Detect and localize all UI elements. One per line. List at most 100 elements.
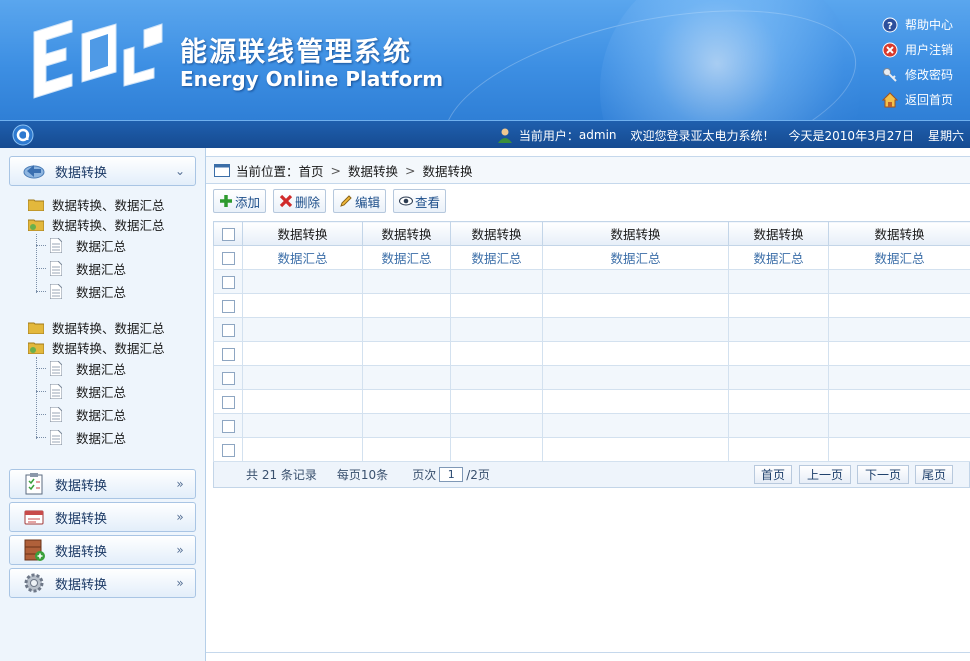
tree-leaf[interactable]: 数据汇总 — [36, 426, 203, 449]
tree-leaf[interactable]: 数据汇总 — [36, 280, 203, 303]
row-select-cell — [213, 389, 243, 414]
chevron-down-icon: ⌄ — [174, 164, 186, 178]
delete-label: 删除 — [295, 194, 321, 210]
sidebar-section-2[interactable]: 数据转换 » — [9, 469, 196, 499]
table-cell[interactable]: 数据汇总 — [728, 245, 829, 270]
table-row[interactable] — [213, 413, 970, 438]
change-password-link[interactable]: 修改密码 — [882, 62, 962, 87]
column-header[interactable]: 数据转换 — [828, 221, 970, 246]
logout-link[interactable]: 用户注销 — [882, 37, 962, 62]
per-page-info: 每页10条 — [336, 468, 389, 482]
sidebar-section-1[interactable]: 数据转换 ⌄ — [9, 156, 196, 186]
table-cell[interactable]: 数据汇总 — [828, 245, 970, 270]
checklist-icon — [25, 473, 43, 495]
column-header[interactable]: 数据转换 — [242, 221, 363, 246]
table-cell — [728, 389, 829, 414]
tree-group-2: 数据转换、数据汇总 数据转换、数据汇总 数据汇总 数据汇总 数据汇总 数据汇总 — [28, 317, 203, 449]
table-cell — [362, 413, 451, 438]
table-cell — [828, 413, 970, 438]
row-checkbox[interactable] — [221, 444, 235, 457]
table-cell[interactable]: 数据汇总 — [450, 245, 543, 270]
tree-leaf-label: 数据汇总 — [76, 408, 127, 423]
table-row[interactable] — [213, 317, 970, 342]
tree-folder-open[interactable]: 数据转换、数据汇总 — [28, 337, 203, 357]
table-row[interactable] — [213, 341, 970, 366]
tree-leaf[interactable]: 数据汇总 — [36, 257, 203, 280]
sidebar-section-label: 数据转换 — [55, 478, 108, 494]
tree-leaf[interactable]: 数据汇总 — [36, 357, 203, 380]
logout-label: 用户注销 — [905, 43, 954, 57]
table-cell — [362, 269, 451, 294]
toolbar: 添加 删除 编辑 查看 — [213, 189, 453, 213]
svg-text:?: ? — [887, 21, 893, 32]
table-row[interactable] — [213, 365, 970, 390]
breadcrumb-label: 当前位置： — [236, 163, 299, 179]
row-select-cell — [213, 293, 243, 318]
view-button[interactable]: 查看 — [393, 189, 447, 213]
edit-button[interactable]: 编辑 — [333, 189, 387, 213]
first-page-button[interactable]: 首页 — [754, 465, 792, 484]
column-header[interactable]: 数据转换 — [450, 221, 543, 246]
table-cell — [450, 269, 543, 294]
help-icon: ? — [882, 17, 898, 32]
date-text: 今天是2010年3月27日 — [788, 128, 914, 143]
row-checkbox[interactable] — [221, 348, 235, 361]
breadcrumb-item[interactable]: 数据转换 — [348, 161, 398, 180]
row-checkbox[interactable] — [221, 396, 235, 409]
next-page-button[interactable]: 下一页 — [857, 465, 909, 484]
row-select-cell — [213, 413, 243, 438]
help-center-label: 帮助中心 — [905, 18, 954, 32]
row-checkbox[interactable] — [221, 276, 235, 289]
current-user-label: 当前用户： — [518, 128, 579, 143]
tree-folder-open[interactable]: 数据转换、数据汇总 — [28, 214, 203, 234]
page-total: /2页 — [466, 468, 490, 482]
folder-icon — [28, 199, 44, 211]
tree-connector — [36, 437, 46, 438]
help-center-link[interactable]: ? 帮助中心 — [882, 12, 962, 37]
row-checkbox[interactable] — [221, 300, 235, 313]
last-page-button[interactable]: 尾页 — [915, 465, 953, 484]
home-link[interactable]: 返回首页 — [882, 87, 962, 112]
select-all-checkbox[interactable] — [221, 228, 235, 241]
table-cell — [242, 413, 363, 438]
table-cell[interactable]: 数据汇总 — [542, 245, 729, 270]
tree-folder[interactable]: 数据转换、数据汇总 — [28, 194, 203, 214]
delete-button[interactable]: 删除 — [273, 189, 327, 213]
sidebar-section-5[interactable]: 数据转换 » — [9, 568, 196, 598]
sidebar-section-4[interactable]: 数据转换 » — [9, 535, 196, 565]
add-button[interactable]: 添加 — [213, 189, 267, 213]
row-select-cell — [213, 317, 243, 342]
column-header[interactable]: 数据转换 — [362, 221, 451, 246]
table-cell[interactable]: 数据汇总 — [362, 245, 451, 270]
page-number-input[interactable]: 1 — [439, 467, 464, 482]
table-cell — [542, 269, 729, 294]
tree-leaf[interactable]: 数据汇总 — [36, 380, 203, 403]
table-row[interactable]: 数据汇总 数据汇总 数据汇总 数据汇总 数据汇总 数据汇总 — [213, 245, 970, 270]
table-row[interactable] — [213, 269, 970, 294]
row-checkbox[interactable] — [221, 324, 235, 337]
home-icon — [882, 91, 898, 107]
row-checkbox[interactable] — [221, 372, 235, 385]
table-row[interactable] — [213, 389, 970, 414]
breadcrumb-home[interactable]: 首页 — [299, 161, 324, 180]
add-label: 添加 — [235, 194, 261, 210]
column-header[interactable]: 数据转换 — [542, 221, 729, 246]
tree-folder[interactable]: 数据转换、数据汇总 — [28, 317, 203, 337]
row-checkbox[interactable] — [221, 420, 235, 433]
tree-leaf[interactable]: 数据汇总 — [36, 403, 203, 426]
tree-leaf[interactable]: 数据汇总 — [36, 234, 203, 257]
row-select-cell — [213, 245, 243, 270]
header-banner: 能源联线管理系统 Energy Online Platform ? 帮助中心 用… — [0, 0, 970, 120]
row-checkbox[interactable] — [221, 252, 235, 265]
table-cell — [450, 365, 543, 390]
select-all-cell — [213, 221, 243, 246]
double-chevron-right-icon: » — [176, 510, 184, 524]
table-cell — [362, 293, 451, 318]
table-row[interactable] — [213, 293, 970, 318]
table-cell[interactable]: 数据汇总 — [242, 245, 363, 270]
prev-page-button[interactable]: 上一页 — [799, 465, 851, 484]
sidebar-section-3[interactable]: 数据转换 » — [9, 502, 196, 532]
document-icon — [50, 284, 62, 299]
column-header[interactable]: 数据转换 — [728, 221, 829, 246]
table-row[interactable] — [213, 437, 970, 462]
